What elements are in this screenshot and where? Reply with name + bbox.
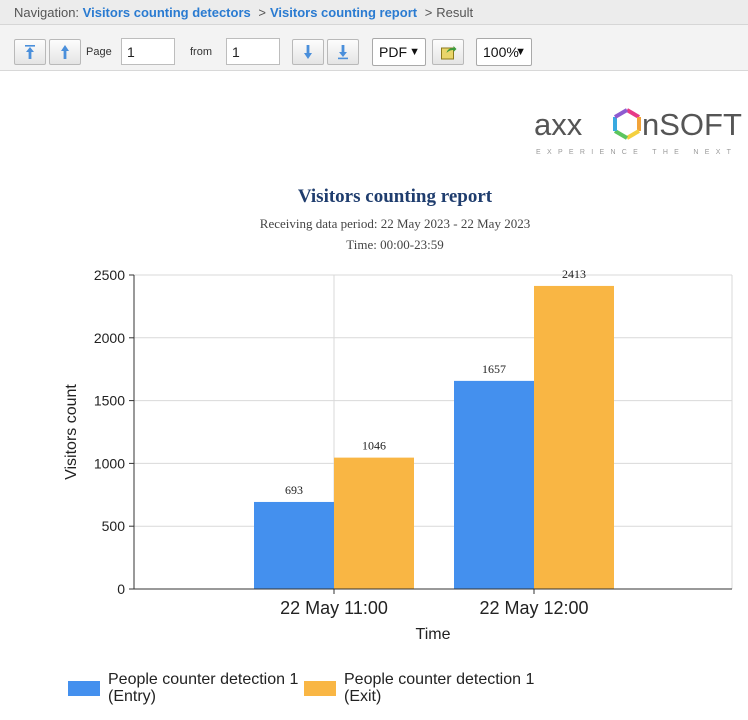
y-tick-label: 0: [117, 581, 125, 597]
breadcrumb-separator: >: [424, 5, 433, 20]
bar-value-label: 1046: [362, 439, 386, 453]
legend-label-entry: People counter detection 1 (Entry): [108, 671, 299, 705]
bar-exit: [534, 285, 614, 589]
bar-entry: [254, 501, 334, 589]
page-number-input[interactable]: [121, 38, 175, 65]
y-axis-title: Visitors count: [63, 384, 80, 480]
report-period: Receiving data period: 22 May 2023 - 22 …: [259, 216, 531, 231]
bar-exit: [334, 457, 414, 589]
export-button[interactable]: [432, 39, 464, 65]
chevron-down-icon: ▼: [409, 46, 420, 58]
chevron-down-icon: ▼: [515, 46, 526, 58]
visitors-bar-chart: 0 500 1000 1500 2000 2500 693 1657 1046 2413 22 Ma…: [63, 267, 733, 643]
next-page-button[interactable]: [292, 39, 324, 65]
legend-swatch-entry: [68, 681, 100, 696]
legend-label-exit: People counter detection 1 (Exit): [344, 671, 535, 705]
bar-value-label: 693: [285, 483, 303, 497]
y-tick-label: 2500: [94, 267, 125, 283]
bar-value-label: 1657: [482, 362, 506, 376]
y-tick-label: 2000: [94, 330, 125, 346]
logo-brand-right: nSOFT: [642, 107, 742, 142]
x-axis-title: Time: [416, 626, 451, 643]
y-tick-label: 500: [102, 518, 126, 534]
last-page-button[interactable]: [327, 39, 359, 65]
report-time: Time: 00:00-23:59: [346, 237, 444, 252]
first-page-button[interactable]: [14, 39, 46, 65]
bar-value-label: 2413: [562, 267, 586, 281]
x-tick-label: 22 May 11:00: [280, 598, 388, 618]
bar-entry: [454, 380, 534, 589]
prev-page-button[interactable]: [49, 39, 81, 65]
first-page-icon: [25, 45, 35, 59]
report-toolbar: Page from PDF ▼ 100% ▼: [0, 25, 748, 71]
legend-swatch-exit: [304, 681, 336, 696]
page-total-input[interactable]: [226, 38, 280, 65]
navigation-prefix: Navigation:: [14, 5, 80, 20]
y-tick-label: 1000: [94, 455, 125, 471]
breadcrumb-separator: >: [258, 5, 266, 20]
zoom-select[interactable]: 100% ▼: [476, 38, 532, 66]
breadcrumb-visitors-report[interactable]: Visitors counting report: [270, 5, 417, 20]
breadcrumb-current: Result: [436, 5, 474, 20]
next-page-icon: [304, 45, 312, 59]
export-format-select[interactable]: PDF ▼: [372, 38, 426, 66]
zoom-value: 100%: [483, 44, 519, 60]
page-label: Page: [86, 46, 112, 58]
export-icon: [440, 46, 456, 60]
logo-brand-left: axx: [534, 107, 583, 142]
y-tick-label: 1500: [94, 393, 125, 409]
axxonsoft-logo: axx nSOFT EXPERIENCE THE NEXT: [534, 107, 742, 156]
x-tick-label: 22 May 12:00: [479, 598, 588, 618]
breadcrumb-visitors-detectors[interactable]: Visitors counting detectors: [83, 5, 251, 20]
logo-tagline: EXPERIENCE THE NEXT: [536, 149, 737, 156]
navigation-bar: Navigation: Visitors counting detectors …: [0, 0, 748, 25]
last-page-icon: [338, 45, 348, 60]
from-label: from: [190, 46, 212, 58]
report-title: Visitors counting report: [297, 186, 493, 207]
logo-hexagon: [613, 108, 641, 140]
prev-page-icon: [61, 45, 69, 59]
export-format-value: PDF: [379, 44, 407, 60]
